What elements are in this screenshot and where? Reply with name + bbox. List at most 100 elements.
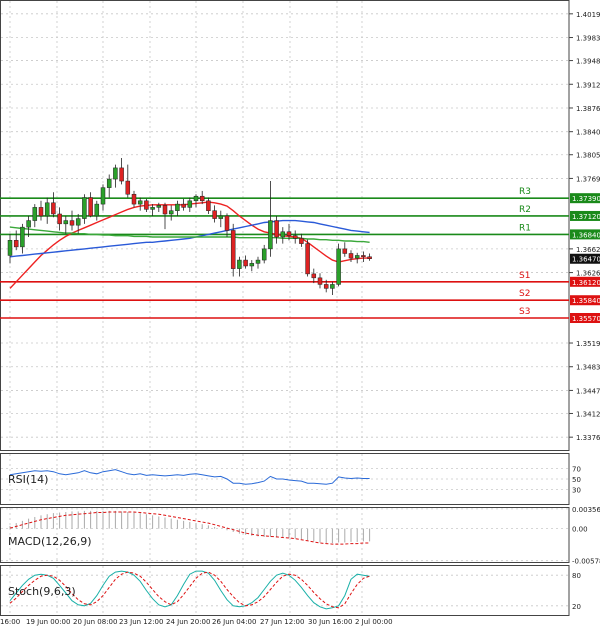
candle-body-35 — [224, 215, 230, 231]
panel-frame-3 — [0, 565, 570, 616]
price-tick-label-1: 1.39830 — [576, 35, 600, 43]
candle-body-6 — [44, 202, 50, 217]
time-label-3: 23 Jun 12:00 — [119, 618, 163, 626]
time-label-7: 30 Jun 16:00 — [308, 618, 352, 626]
current-price-label: 1.36470 — [572, 256, 600, 264]
candle-body-53 — [336, 248, 341, 285]
price-tick-label-2: 1.39480 — [576, 58, 600, 66]
price-tick-label-8: 1.36620 — [576, 246, 600, 254]
candle-body-52 — [330, 284, 335, 289]
time-label-4: 24 Jun 20:00 — [166, 618, 210, 626]
candle-body-28 — [181, 203, 186, 208]
candle-body-38 — [243, 259, 248, 267]
candle-body-40 — [255, 259, 261, 264]
candle-body-29 — [187, 200, 193, 208]
candle-body-3 — [26, 220, 31, 228]
candle-body-20 — [131, 193, 137, 205]
pivot-name-R2: R2 — [519, 205, 531, 215]
time-label-0: 16:00 — [0, 618, 20, 626]
rsi-label: RSI(14) — [8, 473, 48, 486]
time-axis: 16:00 19 Jun 00:00 20 Jun 08:00 23 Jun 12:0… — [0, 618, 393, 626]
candle-body-31 — [199, 195, 205, 202]
price-axis: 1.40190 1.39830 1.39480 1.39120 1.38760 1.384… — [569, 11, 600, 442]
candle-body-27 — [175, 203, 180, 211]
candle-body-45 — [286, 231, 292, 236]
rsi-tick-label-0: 70 — [572, 466, 581, 474]
time-label-8: 2 Jul 00:00 — [355, 618, 393, 626]
candle-body-26 — [168, 210, 174, 215]
candle-body-18 — [119, 167, 124, 182]
candle-body-8 — [57, 213, 62, 225]
candle-body-33 — [212, 210, 217, 219]
candle-body-1 — [13, 240, 19, 248]
pivot-value-label-R1: 1.36840 — [572, 231, 600, 239]
rsi-tick-label-1: 50 — [572, 476, 581, 484]
candle-body-54 — [342, 248, 348, 254]
candle-body-49 — [311, 273, 317, 279]
time-label-1: 19 Jun 00:00 — [26, 618, 70, 626]
candle-body-58 — [367, 256, 372, 259]
time-label-2: 20 Jun 08:00 — [73, 618, 117, 626]
candle-body-14 — [94, 203, 100, 217]
rsi-tick-label-2: 30 — [572, 486, 581, 494]
price-tick-label-9: 1.36260 — [576, 270, 600, 278]
candle-body-4 — [32, 207, 38, 221]
price-tick-label-6: 1.38050 — [576, 152, 600, 160]
candle-body-46 — [292, 235, 298, 239]
macd-tick-label-1: 0.00 — [572, 526, 588, 534]
candle-body-0 — [7, 240, 13, 256]
pivot-value-label-R2: 1.37120 — [572, 213, 600, 221]
candle-body-56 — [354, 255, 360, 259]
price-tick-label-7: 1.37690 — [576, 175, 600, 183]
candle-body-47 — [299, 238, 304, 244]
candle-body-41 — [261, 248, 267, 261]
pivot-name-S3: S3 — [519, 307, 530, 317]
grid — [0, 0, 570, 616]
pivot-value-label-S3: 1.35570 — [572, 315, 600, 323]
time-label-5: 26 Jun 04:00 — [212, 618, 256, 626]
candle-body-34 — [218, 215, 224, 219]
candle-body-55 — [348, 253, 354, 259]
candle-body-16 — [106, 178, 112, 188]
price-tick-label-11: 1.34830 — [576, 364, 600, 372]
candle-body-32 — [206, 200, 211, 211]
candle-body-22 — [144, 200, 149, 210]
candle-body-12 — [82, 197, 87, 219]
price-tick-label-14: 1.33760 — [576, 434, 600, 442]
candle-body-43 — [274, 220, 279, 238]
pivot-value-label-S1: 1.36120 — [572, 279, 600, 287]
stochastic-panel: 80 20 Stoch(9,6,3) — [1, 570, 581, 611]
price-tick-label-13: 1.34120 — [576, 410, 600, 418]
candle-body-23 — [150, 207, 155, 210]
candle-body-5 — [38, 207, 44, 217]
price-tick-label-10: 1.35190 — [576, 340, 600, 348]
price-tick-label-4: 1.38760 — [576, 105, 600, 113]
pivot-name-S2: S2 — [519, 289, 530, 299]
panel-frame-0 — [0, 0, 570, 451]
candle-body-30 — [193, 195, 199, 202]
candle-body-42 — [268, 220, 273, 250]
price-tick-label-3: 1.39120 — [576, 81, 600, 89]
forex-chart: R3 1.37390 R2 1.37120 R1 1.36840 S1 1.36120 S2 1.… — [0, 0, 600, 626]
macd-panel: 0.00356 0.00 -0.00578 MACD(12,26,9) — [1, 506, 600, 566]
rsi-panel: 70 50 30 RSI(14) — [1, 466, 581, 494]
pivot-value-label-R3: 1.37390 — [572, 195, 600, 203]
stoch-tick-label-0: 80 — [572, 572, 581, 580]
macd-label: MACD(12,26,9) — [8, 535, 92, 548]
candle-body-13 — [88, 197, 93, 217]
candle-body-36 — [230, 230, 236, 269]
pivot-name-R3: R3 — [519, 187, 531, 197]
candle-body-44 — [280, 231, 286, 238]
pivot-value-label-S2: 1.35840 — [572, 297, 600, 305]
candle-body-57 — [361, 255, 366, 258]
stoch-label: Stoch(9,6,3) — [8, 585, 76, 598]
stoch-tick-label-1: 20 — [572, 603, 581, 611]
candle-body-15 — [100, 187, 106, 205]
macd-tick-label-2: -0.00578 — [572, 558, 600, 566]
candle-body-25 — [162, 205, 168, 215]
candle-body-19 — [125, 180, 131, 195]
candle-body-24 — [156, 205, 162, 208]
macd-tick-label-0: 0.00356 — [572, 506, 600, 514]
price-tick-label-12: 1.34470 — [576, 387, 600, 395]
candle-body-2 — [20, 226, 25, 248]
